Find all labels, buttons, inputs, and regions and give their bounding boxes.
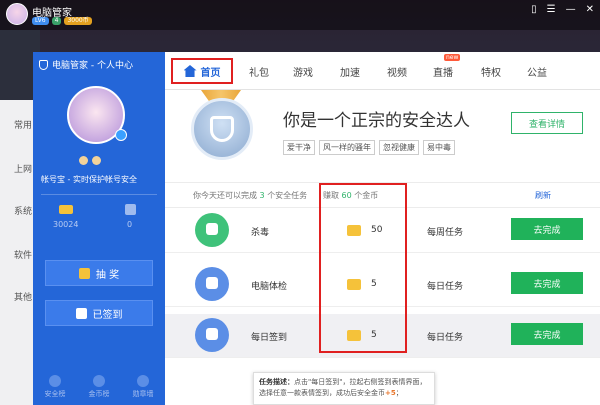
coins-count: 30024 — [53, 220, 79, 229]
new-badge: new — [444, 54, 461, 61]
lottery-label: 抽 奖 — [95, 269, 120, 281]
shield-icon — [210, 116, 234, 142]
qq-icon — [92, 156, 101, 165]
gift-icon — [125, 204, 136, 215]
task-frequency: 每周任务 — [427, 228, 464, 238]
lottery-button[interactable]: 抽 奖 — [45, 260, 153, 286]
signed-label: 已签到 — [92, 309, 123, 321]
tab-home-label: 首页 — [200, 67, 221, 79]
hero-section: 你是一个正宗的安全达人 爱干净 风一样的骚年 忽视健康 易中毒 查看详情 — [165, 90, 600, 190]
window-controls: ▯ ☰ — ✕ — [531, 4, 594, 15]
coin-rank-button[interactable]: 金币榜 — [89, 375, 110, 399]
task-summary-bar: 你今天还可以完成 3 个安全任务 赚取 60 个金币 刷新 — [165, 182, 600, 208]
task-description-tooltip: 任务描述：点击"每日签到"，拉起右侧签到表情界面， 选择任意一款表情签到，成功后… — [253, 372, 435, 405]
nav-item-software[interactable]: 软件 — [14, 248, 32, 261]
sidebar-divider — [41, 194, 157, 195]
tab-games[interactable]: 游戏 — [293, 64, 313, 79]
coin-icon — [347, 279, 361, 290]
coin-icon — [59, 205, 73, 214]
avatar-status-icon — [115, 129, 127, 141]
tab-bar: 首页 礼包 游戏 加速 视频 直播 new 特权 公益 — [165, 52, 600, 90]
tab-gifts[interactable]: 礼包 — [249, 64, 269, 79]
safety-rank-button[interactable]: 安全榜 — [45, 375, 66, 399]
complete-button[interactable]: 去完成 — [511, 323, 583, 345]
sidebar-bottom-nav: 安全榜 金币榜 勋章墙 — [33, 369, 165, 405]
tag: 易中毒 — [423, 140, 455, 155]
nav-item-system[interactable]: 系统 — [14, 204, 32, 217]
tab-video[interactable]: 视频 — [387, 64, 407, 79]
personal-center-sidebar: 电脑管家 - 个人中心 帐号宝 - 实时保护帐号安全 30024 0 抽 奖 已… — [33, 52, 165, 405]
task-name: 每日签到 — [251, 333, 288, 343]
sidebar-header: 电脑管家 - 个人中心 — [39, 58, 133, 71]
app-topbar: 电脑管家 LV6 4 3000币 ▯ ☰ — ✕ — [0, 0, 600, 30]
menu-icon[interactable]: ☰ — [547, 4, 556, 15]
task-row-antivirus: 杀毒 50 每周任务 去完成 — [165, 209, 600, 253]
tab-live[interactable]: 直播 — [433, 64, 453, 79]
shield-icon — [39, 59, 48, 70]
nav-item-web[interactable]: 上网 — [14, 162, 32, 175]
task-reward: 50 — [371, 225, 383, 235]
task-reward: 5 — [371, 279, 377, 289]
nav-item-common[interactable]: 常用 — [14, 118, 32, 131]
level-badge: LV6 — [32, 17, 49, 25]
tab-home[interactable]: 首页 — [171, 58, 233, 84]
close-icon[interactable]: ✕ — [586, 4, 594, 15]
vip-badge: 4 — [51, 17, 62, 25]
tag: 忽视健康 — [379, 140, 419, 155]
task-row-daily-checkin: 每日签到 5 每日任务 去完成 — [165, 314, 600, 358]
task-name: 杀毒 — [251, 228, 270, 238]
coin-icon — [347, 225, 361, 236]
profile-mini-icons — [79, 156, 101, 165]
complete-button[interactable]: 去完成 — [511, 272, 583, 294]
skin-icon[interactable]: ▯ — [531, 4, 537, 15]
complete-button[interactable]: 去完成 — [511, 218, 583, 240]
user-avatar[interactable] — [6, 3, 28, 25]
home-icon — [183, 65, 197, 77]
checkup-icon — [195, 267, 229, 301]
nav-item-other[interactable]: 其他 — [14, 290, 32, 303]
checkin-icon — [75, 307, 87, 319]
account-protection[interactable]: 帐号宝 - 实时保护帐号安全 — [41, 174, 137, 185]
task-name: 电脑体检 — [251, 282, 288, 292]
tab-boost[interactable]: 加速 — [340, 64, 360, 79]
user-icon — [79, 156, 88, 165]
signed-in-button[interactable]: 已签到 — [45, 300, 153, 326]
lottery-icon — [78, 267, 90, 279]
task-summary: 你今天还可以完成 3 个安全任务 — [193, 191, 308, 200]
gifts-count: 0 — [127, 220, 133, 229]
refresh-link[interactable]: 刷新 — [535, 190, 551, 201]
tag: 爱干净 — [283, 140, 315, 155]
task-row-checkup: 电脑体检 5 每日任务 去完成 — [165, 263, 600, 307]
coin-rank-icon — [93, 375, 105, 387]
hero-title: 你是一个正宗的安全达人 — [283, 111, 470, 131]
task-frequency: 每日任务 — [427, 282, 464, 292]
antivirus-icon — [195, 213, 229, 247]
earn-summary: 赚取 60 个金币 — [323, 191, 379, 200]
sidebar-title: 电脑管家 - 个人中心 — [52, 61, 133, 71]
clock-icon — [195, 318, 229, 352]
tag: 风一样的骚年 — [319, 140, 375, 155]
minimize-icon[interactable]: — — [566, 4, 576, 15]
coin-badge: 3000币 — [64, 17, 92, 25]
task-frequency: 每日任务 — [427, 333, 464, 343]
main-panel: 首页 礼包 游戏 加速 视频 直播 new 特权 公益 你是一个正宗的安全达人 … — [165, 52, 600, 405]
task-reward: 5 — [371, 330, 377, 340]
tab-charity[interactable]: 公益 — [527, 64, 547, 79]
view-details-button[interactable]: 查看详情 — [511, 112, 583, 134]
medal-wall-button[interactable]: 勋章墙 — [133, 375, 154, 399]
level-badges: LV6 4 3000币 — [32, 17, 92, 25]
hero-tags: 爱干净 风一样的骚年 忽视健康 易中毒 — [283, 140, 455, 155]
safety-rank-icon — [49, 375, 61, 387]
coin-icon — [347, 330, 361, 341]
medal-wall-icon — [137, 375, 149, 387]
tab-privileges[interactable]: 特权 — [481, 64, 501, 79]
